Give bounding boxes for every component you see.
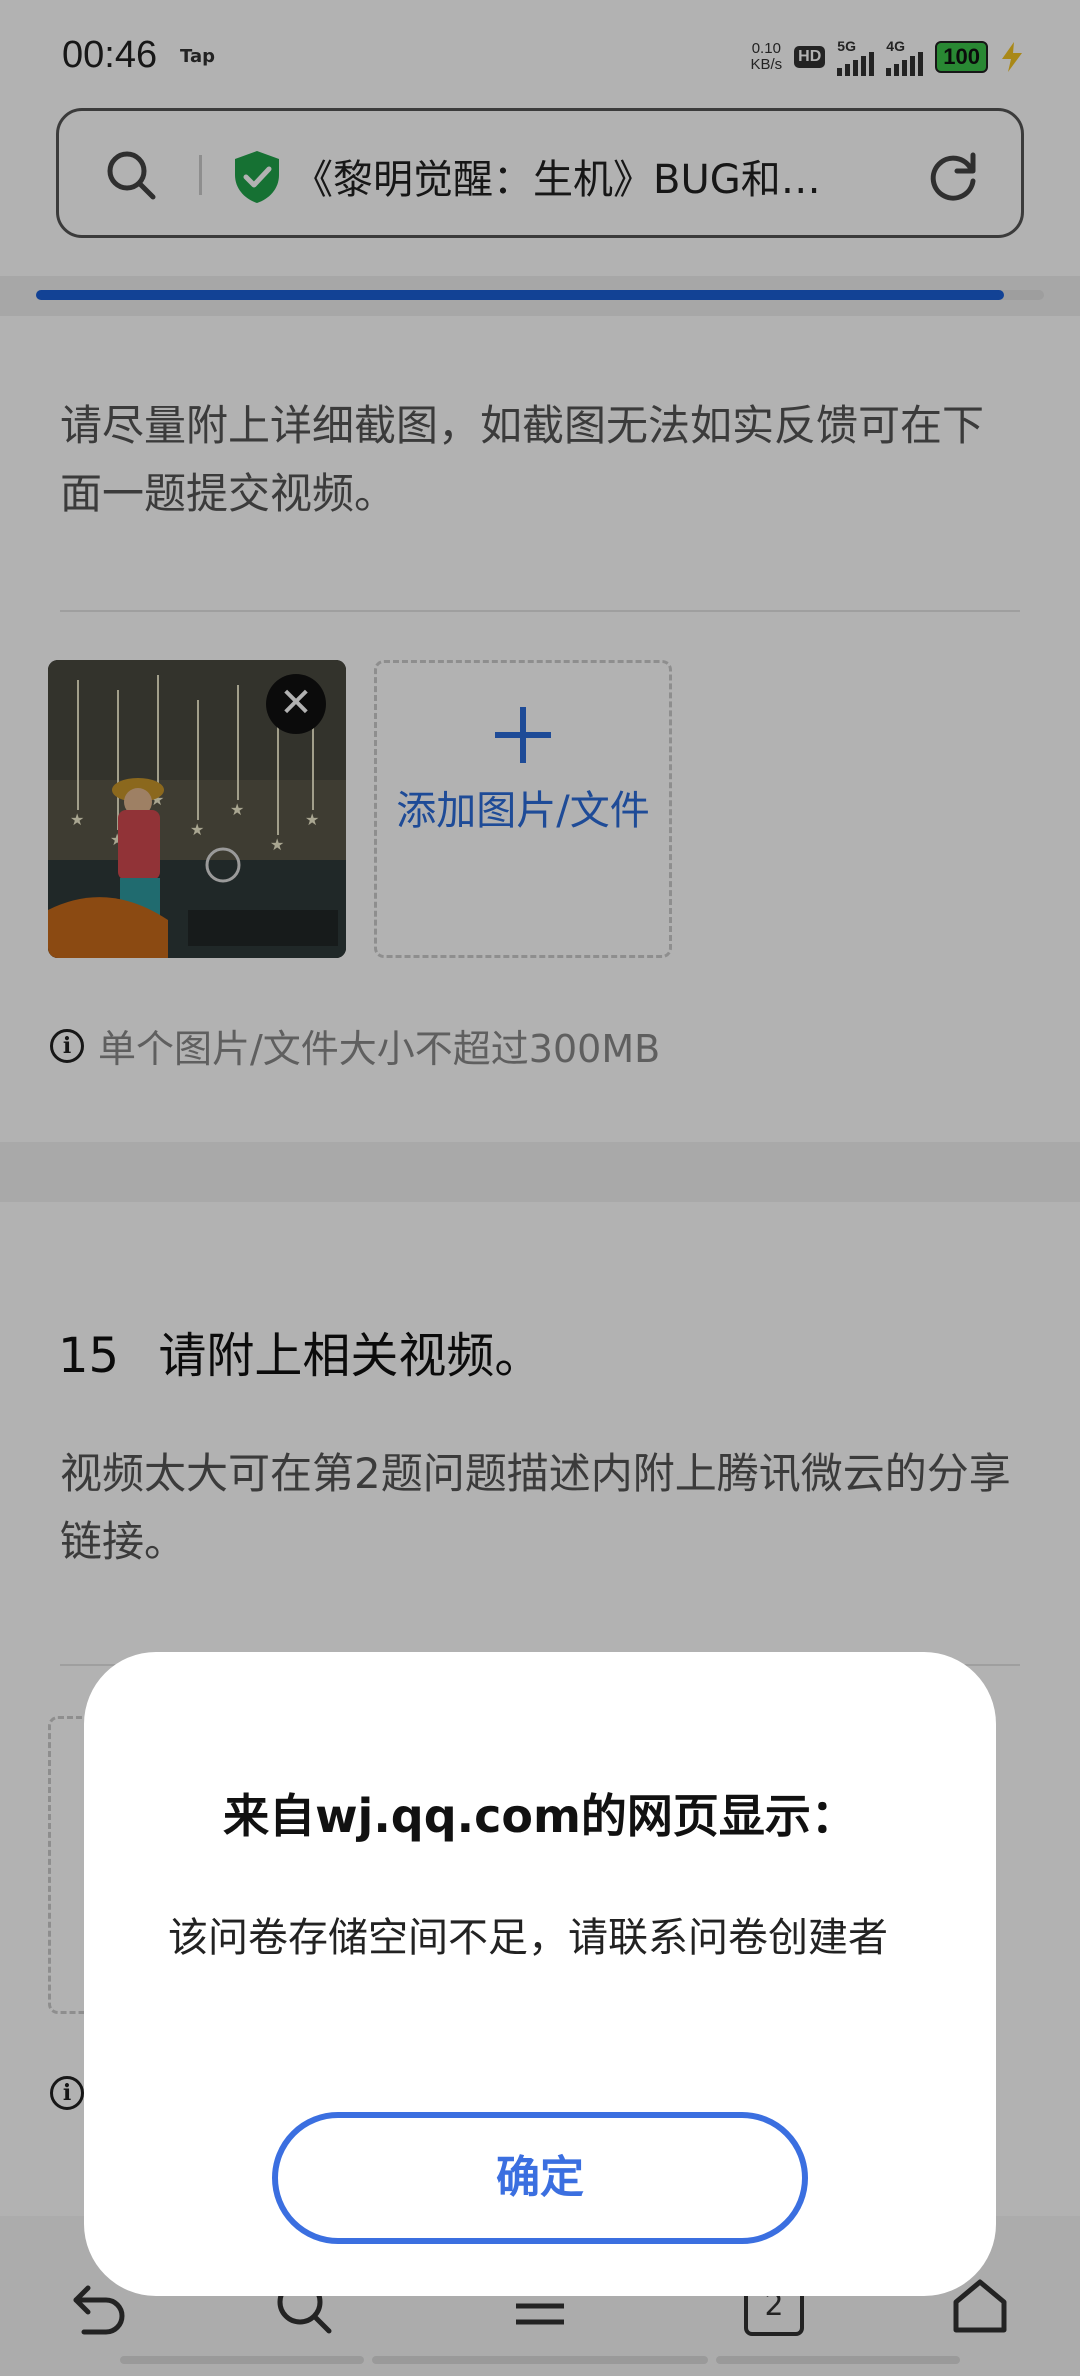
dialog-title: 来自wj.qq.com的网页显示： [223, 1789, 857, 1843]
dialog-message: 该问卷存储空间不足，请联系问卷创建者 [168, 1915, 888, 1961]
alert-dialog: 来自wj.qq.com的网页显示： 该问卷存储空间不足，请联系问卷创建者 确定 [84, 1652, 996, 2296]
ok-button[interactable]: 确定 [272, 2112, 808, 2244]
